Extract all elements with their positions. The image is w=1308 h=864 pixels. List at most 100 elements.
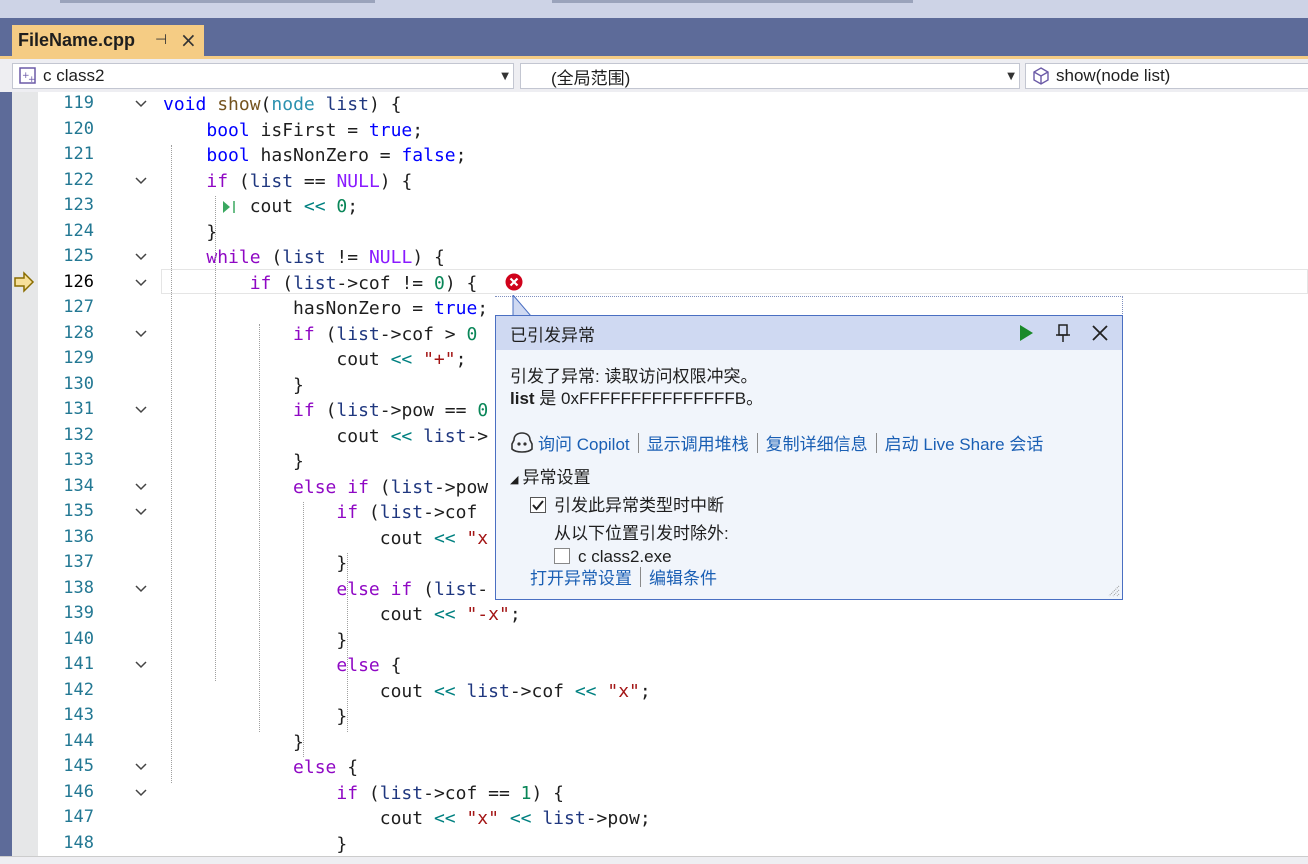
fold-chevron-icon[interactable] [134, 755, 148, 783]
play-icon[interactable] [1014, 321, 1038, 345]
line-number: 147 [63, 807, 94, 827]
link-separator [875, 432, 877, 453]
navigation-bar: + + c class2 ▼ (全局范围) ▼ show(node list) [0, 56, 1308, 92]
method-cube-icon [1033, 67, 1049, 85]
code-text: if (list->cof [163, 500, 477, 525]
show-call-stack-link[interactable]: 显示调用堆栈 [647, 430, 749, 455]
breakpoint-gutter[interactable] [12, 92, 38, 864]
code-token: } [163, 451, 304, 472]
code-token: show [217, 94, 261, 115]
code-line[interactable]: 141 else { [38, 653, 1308, 679]
code-line[interactable]: 143 } [38, 704, 1308, 730]
code-token: 1 [520, 782, 532, 804]
code-line[interactable]: 125 while (list != NULL) { [38, 245, 1308, 271]
step-indicator-icon [222, 200, 238, 219]
fold-chevron-icon[interactable] [134, 245, 148, 273]
fold-chevron-icon[interactable] [134, 653, 148, 681]
code-token: if [293, 400, 326, 421]
collapse-triangle-icon[interactable]: ◢ [510, 473, 518, 486]
resize-grip-icon[interactable] [1106, 583, 1120, 597]
class-combo[interactable]: + + c class2 ▼ [12, 63, 514, 89]
pin-icon[interactable] [1051, 321, 1075, 345]
code-token: list [336, 400, 380, 421]
code-line[interactable]: 126 if (list->cof != 0) { [38, 271, 1308, 297]
link-separator [756, 432, 758, 453]
code-text: if (list->cof != 0) { [163, 271, 478, 296]
code-token: isFirst = [260, 119, 369, 141]
code-line[interactable]: 124 } [38, 220, 1308, 246]
code-line[interactable]: 140 } [38, 628, 1308, 654]
fold-chevron-icon[interactable] [134, 169, 148, 197]
code-text: void show(node list) { [163, 92, 401, 117]
code-token: list [423, 425, 467, 447]
code-line[interactable]: 119 void show(node list) { [38, 92, 1308, 118]
exception-settings-header[interactable]: ◢ 异常设置 [510, 463, 729, 488]
code-line[interactable]: 120 bool isFirst = true; [38, 118, 1308, 144]
code-token: != [325, 247, 369, 268]
code-token: if [249, 272, 283, 294]
open-exception-settings-link[interactable]: 打开异常设置 [530, 564, 632, 589]
close-icon[interactable] [1088, 321, 1112, 345]
code-token: ( [368, 502, 380, 523]
code-line[interactable]: 139 cout << "-x"; [38, 602, 1308, 628]
break-on-exception-checkbox[interactable] [530, 497, 546, 513]
code-text: else { [163, 755, 358, 780]
code-line[interactable]: 144 } [38, 730, 1308, 756]
scope-combo[interactable]: (全局范围) ▼ [520, 63, 1020, 89]
code-token: ) { [379, 170, 413, 192]
code-text: else if (list->pow [163, 475, 488, 500]
tab-filename-cpp[interactable]: FileName.cpp ⊣ × [12, 25, 204, 56]
close-icon[interactable]: × [180, 28, 197, 52]
fold-chevron-icon[interactable] [134, 475, 148, 503]
code-text: } [163, 449, 304, 474]
code-token: { [347, 757, 359, 778]
fold-chevron-icon[interactable] [134, 322, 148, 350]
code-text: cout << "x [163, 526, 488, 551]
error-icon[interactable] [505, 273, 523, 291]
code-token: ->cof > [379, 323, 467, 345]
code-line[interactable]: 148 } [38, 832, 1308, 858]
exception-popup-title: 已引发异常 [510, 325, 595, 345]
module-exception-checkbox[interactable] [554, 548, 570, 564]
member-combo[interactable]: show(node list) [1025, 63, 1308, 89]
code-token: << [574, 680, 608, 702]
line-number: 121 [63, 144, 94, 164]
code-line[interactable]: 146 if (list->cof == 1) { [38, 781, 1308, 807]
fold-chevron-icon[interactable] [134, 500, 148, 528]
chevron-down-icon[interactable]: ▼ [1007, 71, 1015, 82]
live-share-link[interactable]: 启动 Live Share 会话 [885, 430, 1044, 455]
code-text: if (list->cof == 1) { [163, 781, 564, 806]
copy-details-link[interactable]: 复制详细信息 [766, 430, 868, 455]
fold-chevron-icon[interactable] [134, 92, 148, 120]
code-line[interactable]: 122 if (list == NULL) { [38, 169, 1308, 195]
link-separator [640, 566, 641, 587]
code-token: if [206, 170, 239, 192]
code-token: ->pow [433, 476, 489, 498]
indent-guide [259, 323, 260, 732]
line-number: 129 [63, 348, 94, 368]
ask-copilot-link[interactable]: 询问 Copilot [538, 430, 630, 455]
break-on-exception-row[interactable]: 引发此异常类型时中断 [530, 491, 729, 516]
fold-chevron-icon[interactable] [134, 271, 148, 299]
code-token: } [163, 553, 348, 574]
code-line[interactable]: 147 cout << "x" << list->pow; [38, 806, 1308, 832]
exception-message-line2: list 是 0xFFFFFFFFFFFFFFFB。 [510, 388, 763, 410]
code-line[interactable]: 121 bool hasNonZero = false; [38, 143, 1308, 169]
code-token: if [336, 502, 369, 523]
edit-conditions-link[interactable]: 编辑条件 [649, 564, 717, 589]
code-token: NULL [336, 170, 380, 192]
code-line[interactable]: 145 else { [38, 755, 1308, 781]
window-left-edge [0, 56, 12, 864]
indent-guide [215, 196, 216, 681]
fold-chevron-icon[interactable] [134, 398, 148, 426]
fold-chevron-icon[interactable] [134, 577, 148, 605]
chevron-down-icon[interactable]: ▼ [501, 71, 509, 82]
code-line[interactable]: 142 cout << list->cof << "x"; [38, 679, 1308, 705]
fold-chevron-icon[interactable] [134, 781, 148, 809]
indent-guide [347, 553, 348, 732]
pin-icon[interactable]: ⊣ [155, 32, 167, 48]
code-text: } [163, 832, 347, 857]
code-text: cout << 0; [163, 194, 358, 219]
